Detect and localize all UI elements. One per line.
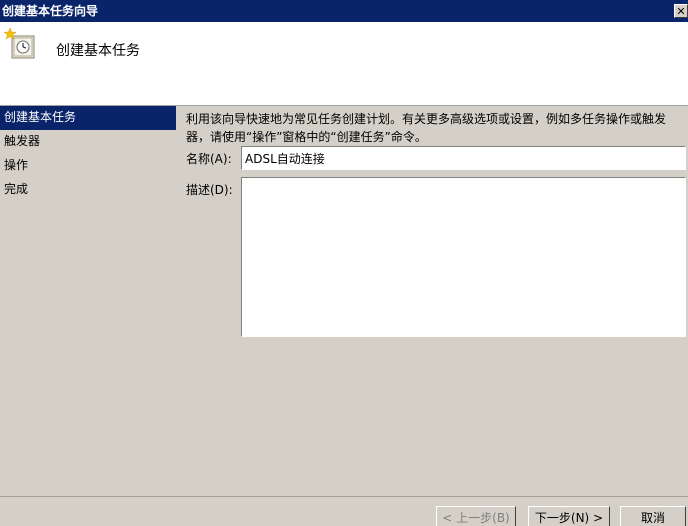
description-textarea[interactable] <box>241 177 686 337</box>
name-label: 名称(A): <box>186 152 232 166</box>
window-title: 创建基本任务向导 <box>2 4 99 18</box>
step-finish[interactable]: 完成 <box>0 178 176 202</box>
step-action[interactable]: 操作 <box>0 154 176 178</box>
wizard-steps: 创建基本任务 触发器 操作 完成 <box>0 106 176 526</box>
title-bar[interactable]: 创建基本任务向导 ✕ <box>0 0 688 22</box>
instructions-text: 利用该向导快速地为常见任务创建计划。有关更多高级选项或设置，例如多任务操作或触发… <box>186 112 667 144</box>
next-button[interactable]: 下一步(N) > <box>528 506 610 526</box>
cancel-button[interactable]: 取消 <box>620 506 686 526</box>
footer-divider <box>0 496 688 497</box>
step-create-basic-task[interactable]: 创建基本任务 <box>0 106 176 130</box>
close-icon[interactable]: ✕ <box>674 4 688 18</box>
header-title: 创建基本任务 <box>56 43 140 59</box>
task-clock-icon <box>4 28 35 59</box>
wizard-header: 创建基本任务 <box>0 22 688 106</box>
description-label: 描述(D): <box>186 183 233 197</box>
back-button[interactable]: < 上一步(B) <box>436 506 516 526</box>
name-input[interactable] <box>241 146 686 170</box>
step-trigger[interactable]: 触发器 <box>0 130 176 154</box>
wizard-window: 创建基本任务向导 ✕ 创建基本任务 创建基本任务 触发器 操作 完成 利用该向导… <box>0 0 688 526</box>
